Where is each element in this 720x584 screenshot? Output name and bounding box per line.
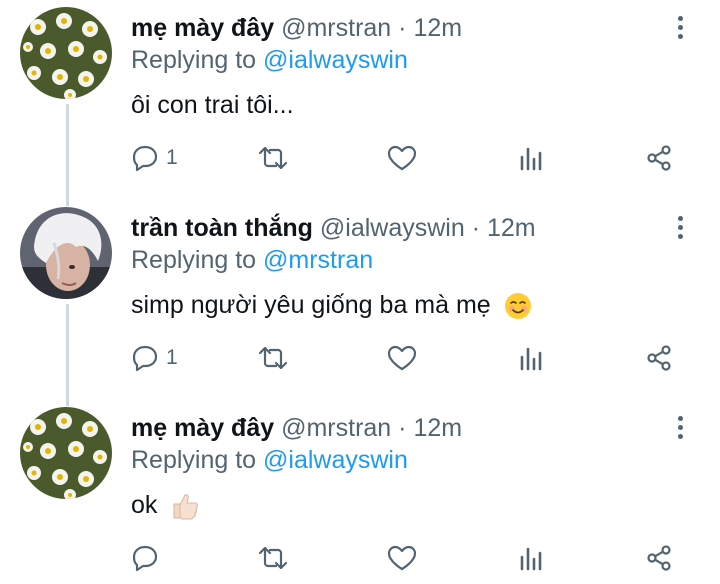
display-name[interactable]: trần toàn thắng xyxy=(131,214,313,242)
replying-to: Replying to @mrstran xyxy=(131,244,373,276)
tweet-text-content: ôi con trai tôi... xyxy=(131,91,294,119)
tweet-text: ok xyxy=(131,488,200,522)
tweet-text-content: simp người yêu giống ba mà mẹ xyxy=(131,291,491,319)
analytics-button[interactable] xyxy=(516,338,546,378)
share-icon xyxy=(647,145,671,171)
tweet-text-content: ok xyxy=(131,491,158,519)
replying-to-label: Replying to xyxy=(131,246,257,274)
analytics-icon xyxy=(520,147,542,171)
share-button[interactable] xyxy=(644,338,674,378)
retweet-icon xyxy=(258,346,288,370)
display-name[interactable]: mẹ mày đây xyxy=(131,414,274,442)
mention-link[interactable]: @ialwayswin xyxy=(263,446,408,474)
timestamp[interactable]: 12m xyxy=(413,414,462,442)
avatar[interactable] xyxy=(20,407,112,499)
analytics-icon xyxy=(520,347,542,371)
like-icon xyxy=(387,545,417,571)
analytics-button[interactable] xyxy=(516,138,546,178)
reply-icon xyxy=(132,145,158,172)
more-options-icon[interactable] xyxy=(672,14,688,44)
retweet-button[interactable] xyxy=(256,338,290,378)
tweet-actions: 1 xyxy=(130,138,690,178)
user-handle[interactable]: @ialwayswin xyxy=(320,214,465,242)
retweet-icon xyxy=(258,146,288,170)
timestamp[interactable]: 12m xyxy=(487,214,536,242)
reply-count: 1 xyxy=(166,346,178,369)
more-options-icon[interactable] xyxy=(672,214,688,244)
reply-button[interactable] xyxy=(130,538,166,578)
share-icon xyxy=(647,545,671,571)
separator-dot: · xyxy=(398,14,407,42)
reply-button[interactable]: 1 xyxy=(130,138,178,178)
mention-link[interactable]: @mrstran xyxy=(263,246,373,274)
tweet-text: ôi con trai tôi... xyxy=(131,88,294,122)
display-name[interactable]: mẹ mày đây xyxy=(131,14,274,42)
tweet-header: trần toàn thắng @ialwayswin · 12m xyxy=(131,212,536,244)
separator-dot: · xyxy=(471,214,481,242)
reply-icon xyxy=(132,345,158,372)
tweet[interactable]: trần toàn thắng @ialwayswin · 12m Replyi… xyxy=(0,200,720,400)
tweet-text: simp người yêu giống ba mà mẹ xyxy=(131,288,532,322)
avatar[interactable] xyxy=(20,7,112,99)
more-options-icon[interactable] xyxy=(672,414,688,444)
thumbs-up-emoji xyxy=(173,494,199,520)
tweet[interactable]: mẹ mày đây @mrstran · 12m Replying to @i… xyxy=(0,400,720,584)
reply-count: 1 xyxy=(166,146,178,169)
tweet-actions xyxy=(130,538,690,578)
mention-link[interactable]: @ialwayswin xyxy=(263,46,408,74)
replying-to-label: Replying to xyxy=(131,46,257,74)
smiling-face-emoji xyxy=(504,293,531,320)
tweet-header: mẹ mày đây @mrstran · 12m xyxy=(131,412,462,444)
user-handle[interactable]: @mrstran xyxy=(281,414,391,442)
user-handle[interactable]: @mrstran xyxy=(281,14,391,42)
like-button[interactable] xyxy=(386,138,418,178)
reply-icon xyxy=(132,545,158,572)
replying-to-label: Replying to xyxy=(131,446,257,474)
tweet-actions: 1 xyxy=(130,338,690,378)
share-icon xyxy=(647,345,671,371)
replying-to: Replying to @ialwayswin xyxy=(131,444,408,476)
avatar[interactable] xyxy=(20,207,112,299)
timestamp[interactable]: 12m xyxy=(413,14,462,42)
retweet-button[interactable] xyxy=(256,538,290,578)
retweet-button[interactable] xyxy=(256,138,290,178)
reply-button[interactable]: 1 xyxy=(130,338,178,378)
retweet-icon xyxy=(258,546,288,570)
like-button[interactable] xyxy=(386,538,418,578)
share-button[interactable] xyxy=(644,138,674,178)
analytics-button[interactable] xyxy=(516,538,546,578)
tweet[interactable]: mẹ mày đây @mrstran · 12m Replying to @i… xyxy=(0,0,720,200)
like-icon xyxy=(387,145,417,171)
analytics-icon xyxy=(520,547,542,571)
like-button[interactable] xyxy=(386,338,418,378)
share-button[interactable] xyxy=(644,538,674,578)
tweet-header: mẹ mày đây @mrstran · 12m xyxy=(131,12,462,44)
replying-to: Replying to @ialwayswin xyxy=(131,44,408,76)
like-icon xyxy=(387,345,417,371)
separator-dot: · xyxy=(398,414,407,442)
